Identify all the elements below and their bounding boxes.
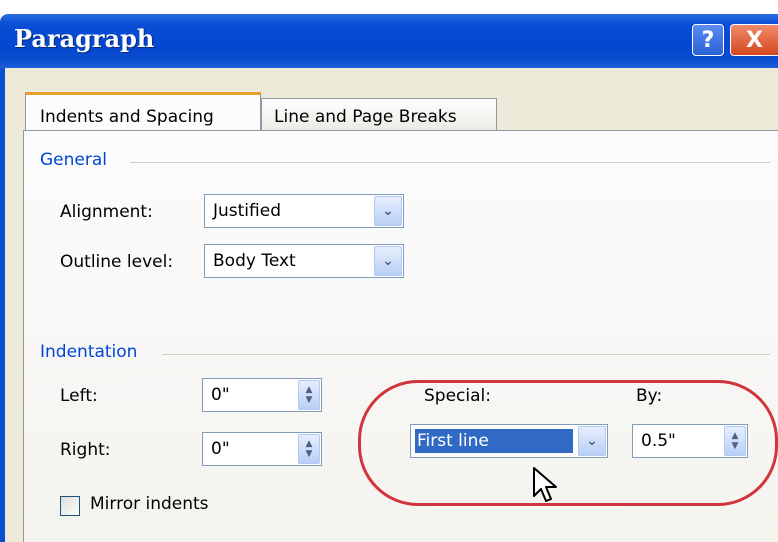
left-indent-spinner[interactable]: 0" ▲ ▼ [202,378,322,412]
indentation-heading: Indentation [40,342,138,362]
general-divider [130,162,770,163]
chevron-down-icon[interactable]: ⌄ [374,196,402,226]
spin-up-down-icon[interactable]: ▲ ▼ [298,380,320,410]
right-indent-value: 0" [211,439,230,459]
alignment-value: Justified [213,201,281,221]
indentation-divider [162,354,770,355]
spin-up-down-icon[interactable]: ▲ ▼ [298,434,320,464]
mouse-pointer-icon [533,467,557,502]
outline-level-value: Body Text [213,251,296,271]
mirror-indents-checkbox[interactable] [60,496,80,516]
left-indent-label: Left: [60,386,98,406]
tab-label: Indents and Spacing [40,107,214,127]
highlight-ring [358,380,778,506]
close-icon: X [746,27,763,53]
alignment-label: Alignment: [60,202,153,222]
mirror-indents-label[interactable]: Mirror indents [90,494,209,514]
help-icon: ? [701,27,715,53]
paragraph-dialog: Paragraph ? X Indents and Spacing Line a… [0,14,778,542]
outline-level-label: Outline level: [60,252,174,272]
outline-level-dropdown[interactable]: Body Text ⌄ [204,244,404,278]
right-indent-spinner[interactable]: 0" ▲ ▼ [202,432,322,466]
general-heading: General [40,150,107,170]
tab-label: Line and Page Breaks [274,107,457,127]
right-indent-label: Right: [60,440,111,460]
chevron-down-icon[interactable]: ⌄ [374,246,402,276]
dialog-title: Paragraph [14,24,155,53]
tab-indents-and-spacing[interactable]: Indents and Spacing [25,92,261,130]
alignment-dropdown[interactable]: Justified ⌄ [204,194,404,228]
help-button[interactable]: ? [692,24,724,56]
tab-line-and-page-breaks[interactable]: Line and Page Breaks [261,98,497,130]
left-indent-value: 0" [211,385,230,405]
close-button[interactable]: X [730,24,778,56]
title-bar[interactable]: Paragraph ? X [0,14,778,68]
